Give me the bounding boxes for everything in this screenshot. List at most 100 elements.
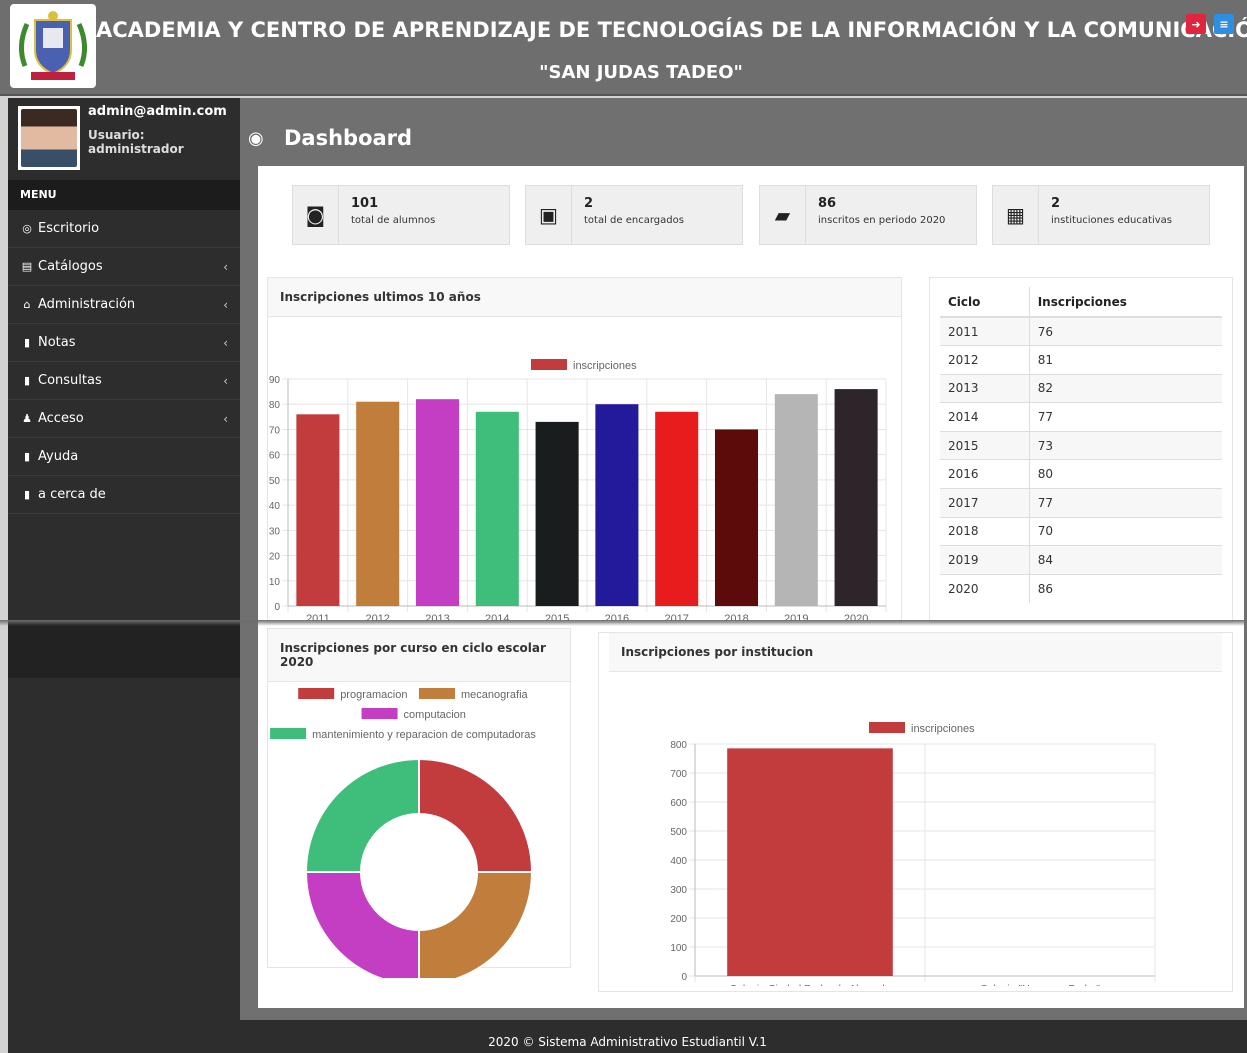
- table-cell-ciclo: 2014: [940, 402, 1030, 432]
- logout-button[interactable]: ➜: [1186, 14, 1206, 34]
- avatar: [18, 106, 80, 170]
- y-tick-label: 600: [670, 798, 687, 809]
- sidebar-item-label: Consultas: [38, 373, 102, 388]
- legend-swatch: [419, 688, 455, 699]
- file-icon: ▮: [23, 488, 31, 501]
- table-cell-ciclo: 2011: [940, 316, 1030, 346]
- year-bar: [595, 404, 639, 606]
- y-tick-label: 40: [269, 501, 281, 512]
- chevron-left-icon: ‹: [223, 335, 228, 350]
- chevron-left-icon: ‹: [223, 411, 228, 426]
- file-icon: ▮: [23, 336, 31, 349]
- legend-label: computacion: [404, 709, 466, 721]
- legend-label: mantenimiento y reparacion de computador…: [312, 729, 536, 741]
- stat-box: ▰ 86 inscritos en periodo 2020: [759, 185, 977, 245]
- table-header-ciclo: Ciclo: [940, 287, 1030, 318]
- legend-swatch: [869, 722, 905, 733]
- sidebar-overlay-strip: [8, 622, 240, 678]
- top-header: ACADEMIA Y CENTRO DE APRENDIZAJE DE TECN…: [0, 0, 1247, 96]
- user-icon: ♟: [22, 412, 32, 425]
- table-header-inscripciones: Inscripciones: [1028, 287, 1222, 318]
- stat-label: total de alumnos: [351, 215, 436, 226]
- year-bar: [834, 389, 878, 606]
- y-tick-label: 60: [269, 451, 281, 462]
- menu-toggle-button[interactable]: ≡: [1214, 14, 1234, 34]
- table-cell-inscripciones: 81: [1028, 345, 1222, 375]
- table-row: 2014 77: [940, 402, 1222, 432]
- user-email: admin@admin.com: [88, 104, 227, 119]
- sidebar-item-notas[interactable]: ▮ Notas ‹: [8, 324, 240, 362]
- stat-label: instituciones educativas: [1051, 215, 1172, 226]
- y-tick-label: 30: [269, 526, 281, 537]
- sidebar-item-acceso[interactable]: ♟ Acceso ‹: [8, 400, 240, 438]
- legend-swatch: [531, 359, 567, 370]
- table-cell-ciclo: 2020: [940, 573, 1030, 603]
- y-tick-label: 20: [269, 552, 281, 563]
- legend-label: inscripciones: [911, 723, 975, 735]
- building-icon: ▦: [993, 186, 1039, 244]
- sidebar-item-label: Catálogos: [38, 259, 103, 274]
- bar-chart-box: Inscripciones ultimos 10 años inscripcio…: [267, 277, 902, 625]
- sidebar: admin@admin.com Usuario: administrador M…: [8, 98, 240, 1020]
- y-tick-label: 200: [670, 914, 687, 925]
- donut-slice-computacion: [304, 871, 420, 987]
- table-row: 2019 84: [940, 545, 1222, 575]
- sidebar-item-administración[interactable]: ⌂ Administración ‹: [8, 286, 240, 324]
- sidebar-item-label: Notas: [38, 335, 76, 350]
- y-tick-label: 100: [670, 943, 687, 954]
- sidebar-item-catálogos[interactable]: ▤ Catálogos ‹: [8, 248, 240, 286]
- app-title-line2: "SAN JUDAS TADEO": [539, 62, 743, 83]
- x-tick-label: Colegio Ciudad Pedro de Alvarado: [729, 983, 890, 986]
- file-icon: ▮: [23, 374, 31, 387]
- dashboard-icon: ◉: [248, 128, 264, 149]
- stat-value: 2: [1051, 196, 1061, 211]
- y-tick-label: 800: [670, 740, 687, 751]
- y-tick-label: 90: [269, 375, 281, 386]
- sidebar-item-ayuda[interactable]: ▮ Ayuda: [8, 438, 240, 476]
- y-tick-label: 10: [269, 577, 281, 588]
- y-tick-label: 0: [681, 972, 687, 983]
- institution-chart-box: Inscripciones por institucion inscripcio…: [598, 632, 1233, 995]
- donut-slice-mantenimiento: [304, 757, 420, 873]
- y-tick-label: 300: [670, 885, 687, 896]
- page-title: Dashboard: [284, 126, 413, 150]
- table-cell-inscripciones: 84: [1028, 545, 1222, 575]
- table-row: 2013 82: [940, 373, 1222, 403]
- sidebar-item-a-cerca-de[interactable]: ▮ a cerca de: [8, 476, 240, 514]
- sidebar-item-escritorio[interactable]: ◎ Escritorio: [8, 210, 240, 248]
- table-cell-inscripciones: 76: [1028, 316, 1222, 346]
- chevron-left-icon: ‹: [223, 259, 228, 274]
- table-box: Ciclo Inscripciones 2011 76 2012 81 2013 82 20…: [929, 277, 1233, 623]
- table-cell-inscripciones: 77: [1028, 402, 1222, 432]
- app-title-line1: ACADEMIA Y CENTRO DE APRENDIZAJE DE TECN…: [96, 18, 1247, 42]
- table-row: 2020 86: [940, 573, 1222, 603]
- sign-out-icon: ➜: [1191, 17, 1201, 31]
- stat-box: ▣ 2 total de encargados: [525, 185, 743, 245]
- y-tick-label: 400: [670, 856, 687, 867]
- donut-slice-programacion: [418, 757, 534, 873]
- id-card-icon: ▣: [526, 186, 572, 244]
- table-cell-ciclo: 2015: [940, 430, 1030, 460]
- file-icon: ▮: [23, 450, 31, 463]
- donut-chart-title: Inscripciones por curso en ciclo escolar…: [268, 629, 570, 682]
- table-cell-inscripciones: 80: [1028, 459, 1222, 489]
- table-row: 2018 70: [940, 516, 1222, 546]
- year-bar: [415, 399, 460, 606]
- hamburger-icon: ≡: [1219, 17, 1229, 31]
- stat-value: 2: [584, 196, 594, 211]
- y-tick-label: 50: [269, 476, 281, 487]
- school-logo: [10, 4, 96, 88]
- y-tick-label: 500: [670, 827, 687, 838]
- table-row: 2016 80: [940, 459, 1222, 489]
- overlay-shadow: [0, 620, 1247, 626]
- sidebar-item-consultas[interactable]: ▮ Consultas ‹: [8, 362, 240, 400]
- table-cell-ciclo: 2013: [940, 373, 1030, 403]
- year-bar: [535, 421, 579, 606]
- table-row: 2012 81: [940, 345, 1222, 375]
- y-tick-label: 70: [269, 425, 281, 436]
- y-tick-label: 80: [269, 400, 281, 411]
- legend-label: mecanografia: [461, 689, 529, 701]
- x-tick-label: Colegio "Hermano Pedro": [980, 983, 1100, 986]
- crest-icon: [19, 11, 87, 80]
- table-row: 2017 77: [940, 488, 1222, 518]
